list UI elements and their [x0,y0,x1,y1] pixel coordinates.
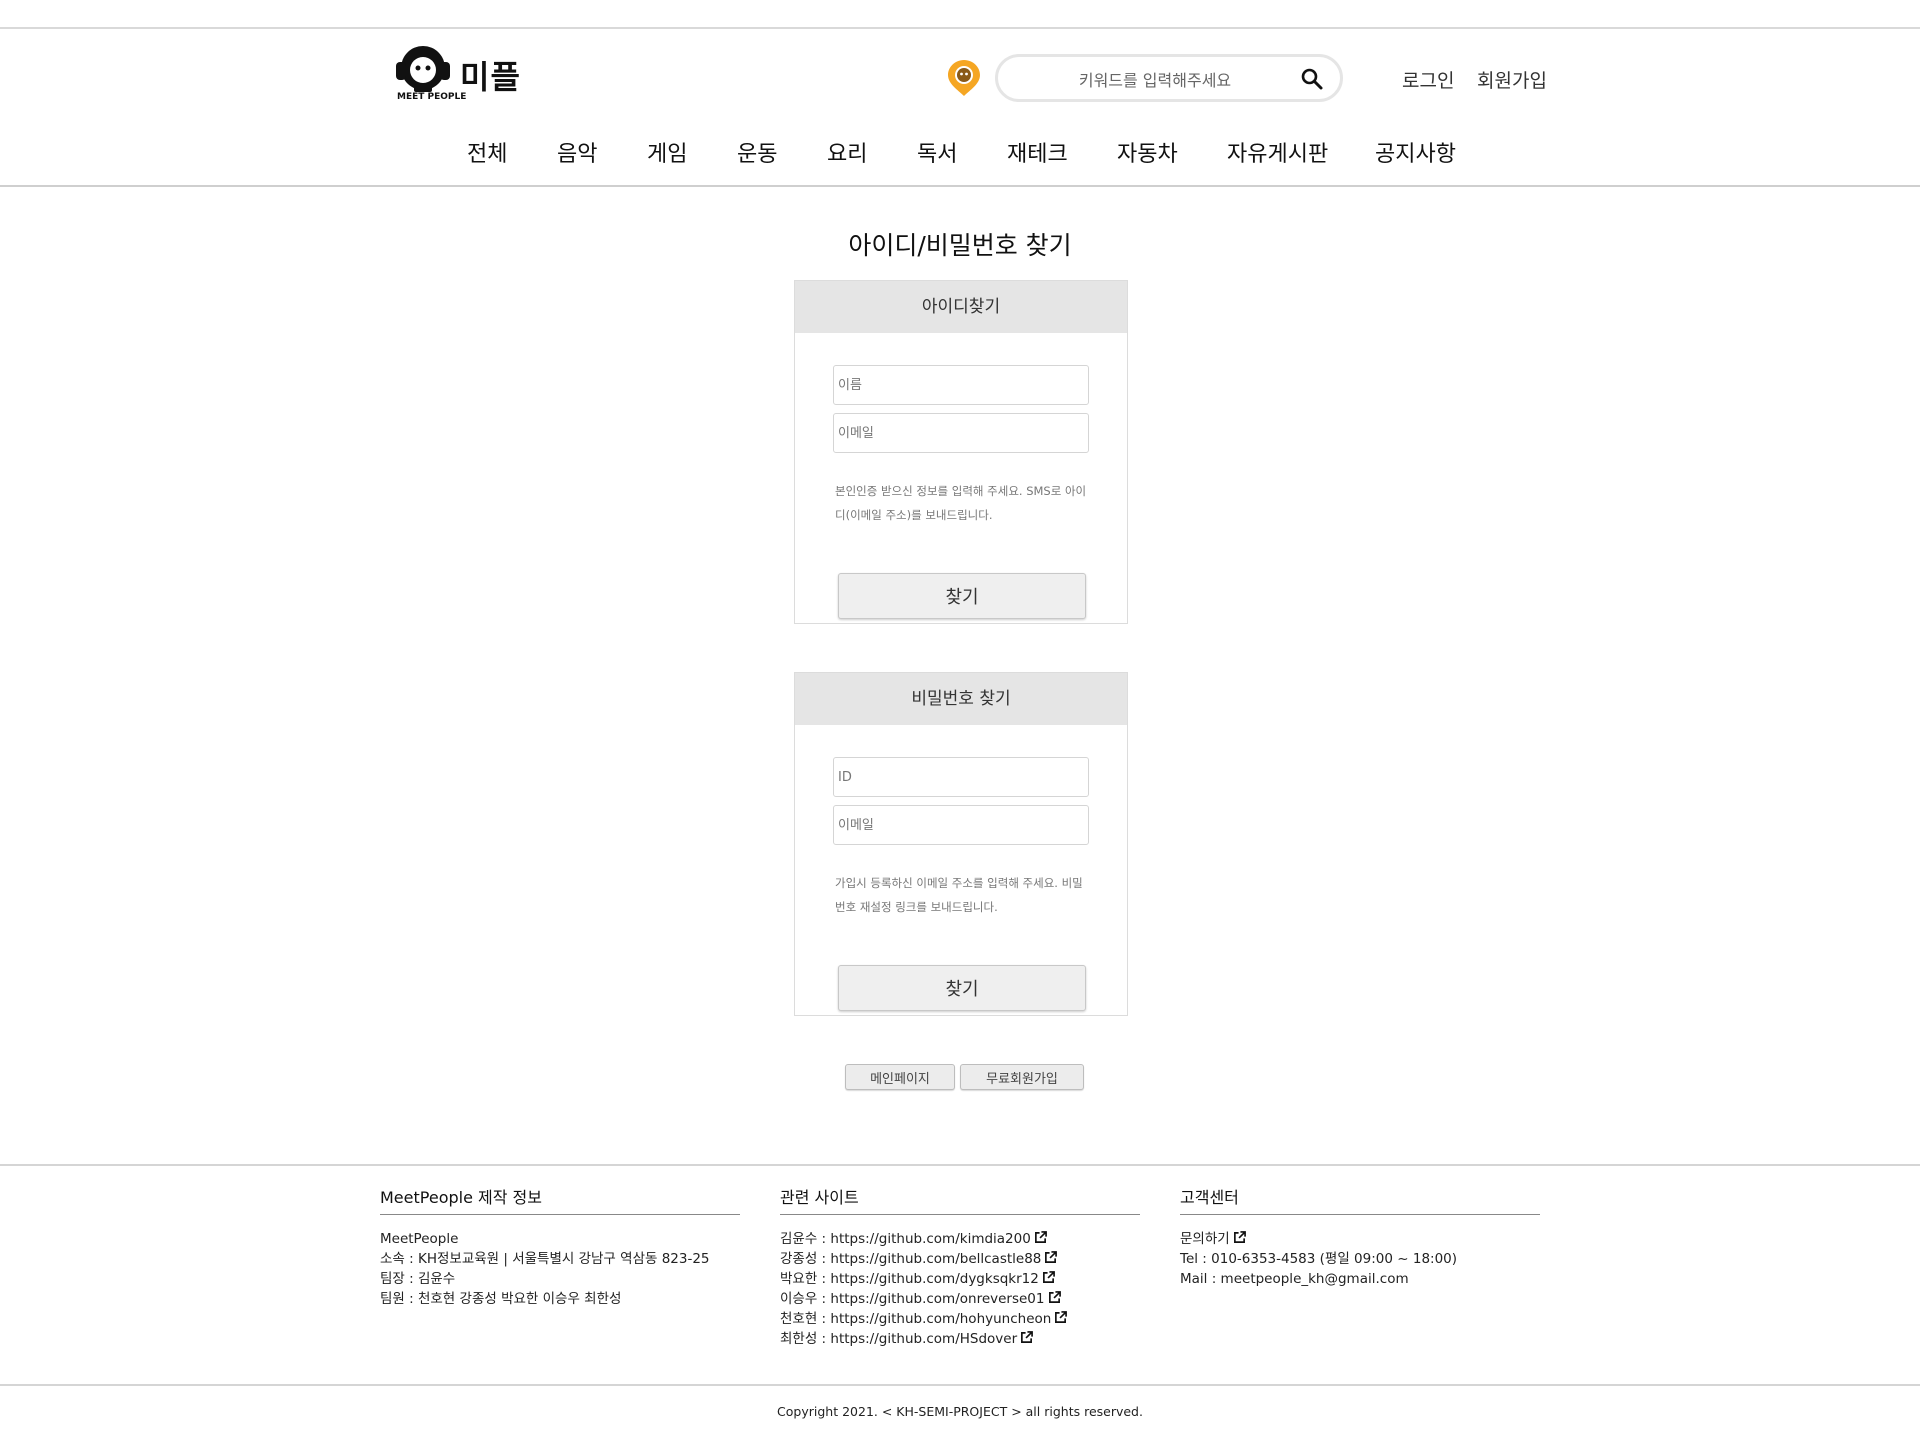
copyright-text: Copyright 2021. < KH-SEMI-PROJECT > all … [777,1404,1143,1419]
find-password-title: 비밀번호 찾기 [795,673,1127,725]
find-password-help-line: 번호 재설정 링크를 보내드립니다. [835,900,998,914]
external-link-icon [1233,1231,1246,1243]
site-logo[interactable]: 미플 MEET PEOPLE [392,44,522,106]
github-link[interactable]: 이승우 : https://github.com/onreverse01 [780,1289,1140,1309]
nav-item-sports[interactable]: 운동 [737,136,777,168]
login-link[interactable]: 로그인 [1402,66,1454,93]
logo-wordmark: 미플 [460,58,521,96]
find-password-help-line: 가입시 등록하신 이메일 주소를 입력해 주세요. 비밀 [835,876,1083,890]
find-id-panel: 아이디찾기 본인인증 받으신 정보를 입력해 주세요. SMS로 아이 디(이메… [794,280,1128,624]
footer-info-line: 팀원 : 천호현 강종성 박요한 이승우 최한성 [380,1291,622,1307]
name-field[interactable] [833,365,1089,405]
github-link[interactable]: 김윤수 : https://github.com/kimdia200 [780,1229,1140,1249]
footer-divider [0,1164,1920,1166]
footer-sites-column: 관련 사이트 김윤수 : https://github.com/kimdia20… [780,1184,1140,1349]
github-link-text: 천호현 : https://github.com/hohyuncheon [780,1311,1052,1327]
github-link[interactable]: 강종성 : https://github.com/bellcastle88 [780,1249,1140,1269]
search-input[interactable] [1028,65,1282,95]
copyright-divider [0,1384,1920,1386]
id-field[interactable] [833,757,1089,797]
external-link-icon [1042,1271,1055,1283]
free-signup-button[interactable]: 무료회원가입 [960,1064,1084,1090]
footer-support-title: 고객센터 [1180,1184,1540,1215]
external-link-icon [1055,1311,1068,1323]
github-link[interactable]: 박요한 : https://github.com/dygksqkr12 [780,1269,1140,1289]
github-link-text: 김윤수 : https://github.com/kimdia200 [780,1231,1031,1247]
email-field[interactable] [833,413,1089,453]
github-link[interactable]: 천호현 : https://github.com/hohyuncheon [780,1309,1140,1329]
support-mail: Mail : meetpeople_kh@gmail.com [1180,1271,1409,1287]
main-page-button[interactable]: 메인페이지 [845,1064,955,1090]
signup-link[interactable]: 회원가입 [1477,66,1547,93]
find-id-title: 아이디찾기 [795,281,1127,333]
nav-item-free-board[interactable]: 자유게시판 [1227,136,1328,168]
support-tel: Tel : 010-6353-4583 (평일 09:00 ~ 18:00) [1180,1251,1458,1267]
find-id-help-line: 디(이메일 주소)를 보내드립니다. [835,508,993,522]
footer-info-column: MeetPeople 제작 정보 MeetPeople 소속 : KH정보교육원… [380,1184,740,1309]
search-bar [995,54,1343,102]
find-password-panel: 비밀번호 찾기 가입시 등록하신 이메일 주소를 입력해 주세요. 비밀 번호 … [794,672,1128,1016]
github-link-text: 강종성 : https://github.com/bellcastle88 [780,1251,1042,1267]
find-id-help: 본인인증 받으신 정보를 입력해 주세요. SMS로 아이 디(이메일 주소)를… [835,479,1097,527]
footer-info-title: MeetPeople 제작 정보 [380,1184,740,1215]
external-link-icon [1021,1331,1034,1343]
github-link[interactable]: 최한성 : https://github.com/HSdover [780,1329,1140,1349]
nav-item-all[interactable]: 전체 [467,136,507,168]
logo-subtitle: MEET PEOPLE [397,92,467,102]
footer-support-column: 고객센터 문의하기 Tel : 010-6353-4583 (평일 09:00 … [1180,1184,1540,1289]
footer-info-line: 소속 : KH정보교육원 | 서울특별시 강남구 역삼동 823-25 [380,1251,710,1267]
find-id-button[interactable]: 찾기 [838,573,1086,619]
nav-item-cooking[interactable]: 요리 [827,136,867,168]
search-icon[interactable] [1300,67,1324,91]
top-divider [0,27,1920,29]
find-password-button[interactable]: 찾기 [838,965,1086,1011]
footer-sites-title: 관련 사이트 [780,1184,1140,1215]
nav-item-finance[interactable]: 재테크 [1007,136,1068,168]
find-password-help: 가입시 등록하신 이메일 주소를 입력해 주세요. 비밀 번호 재설정 링크를 … [835,871,1097,919]
page-title: 아이디/비밀번호 찾기 [848,231,1072,260]
github-link-text: 이승우 : https://github.com/onreverse01 [780,1291,1045,1307]
nav-item-game[interactable]: 게임 [647,136,687,168]
header-divider [0,185,1920,187]
contact-link-text: 문의하기 [1180,1231,1230,1247]
github-link-text: 박요한 : https://github.com/dygksqkr12 [780,1271,1039,1287]
mascot-badge-icon [948,60,980,96]
email-field[interactable] [833,805,1089,845]
nav-item-reading[interactable]: 독서 [917,136,957,168]
nav-item-music[interactable]: 음악 [557,136,597,168]
contact-link[interactable]: 문의하기 [1180,1229,1540,1249]
external-link-icon [1045,1251,1058,1263]
nav-item-car[interactable]: 자동차 [1117,136,1178,168]
headphone-face-icon [396,46,450,92]
footer-info-line: 팀장 : 김윤수 [380,1271,456,1287]
external-link-icon [1034,1231,1047,1243]
github-link-text: 최한성 : https://github.com/HSdover [780,1331,1018,1347]
footer-info-line: MeetPeople [380,1231,459,1247]
nav-item-notice[interactable]: 공지사항 [1375,136,1456,168]
find-id-help-line: 본인인증 받으신 정보를 입력해 주세요. SMS로 아이 [835,484,1087,498]
external-link-icon [1048,1291,1061,1303]
